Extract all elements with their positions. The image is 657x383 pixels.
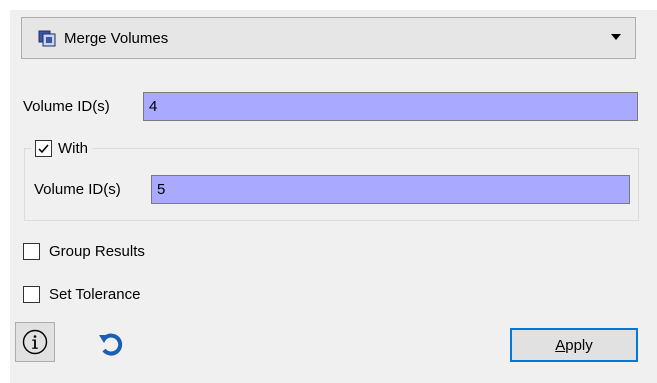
apply-label: Apply <box>555 336 593 354</box>
info-icon <box>22 329 48 355</box>
operation-selected-label: Merge Volumes <box>64 29 169 47</box>
merge-volumes-icon <box>38 28 58 48</box>
reset-button[interactable] <box>91 326 131 362</box>
set-tolerance-label: Set Tolerance <box>49 285 141 303</box>
operation-dropdown[interactable]: Merge Volumes <box>21 17 636 59</box>
checkmark-icon <box>38 143 49 153</box>
group-results-checkbox[interactable] <box>23 242 40 260</box>
set-tolerance-checkbox[interactable] <box>23 285 40 303</box>
group-results-option[interactable]: Group Results <box>23 240 145 262</box>
apply-button[interactable]: Apply <box>510 328 638 362</box>
with-checkbox[interactable] <box>35 139 52 157</box>
with-group-title: With <box>31 137 92 159</box>
reset-icon <box>99 333 123 356</box>
with-volume-ids-input[interactable] <box>151 175 630 204</box>
with-label: With <box>58 139 88 157</box>
set-tolerance-option[interactable]: Set Tolerance <box>23 283 140 305</box>
with-volume-ids-label: Volume ID(s) <box>34 181 121 198</box>
chevron-down-icon <box>611 34 621 40</box>
info-button[interactable] <box>15 322 55 362</box>
volume-ids-input[interactable] <box>143 92 638 121</box>
group-results-label: Group Results <box>49 242 145 260</box>
volume-ids-label: Volume ID(s) <box>23 98 110 115</box>
